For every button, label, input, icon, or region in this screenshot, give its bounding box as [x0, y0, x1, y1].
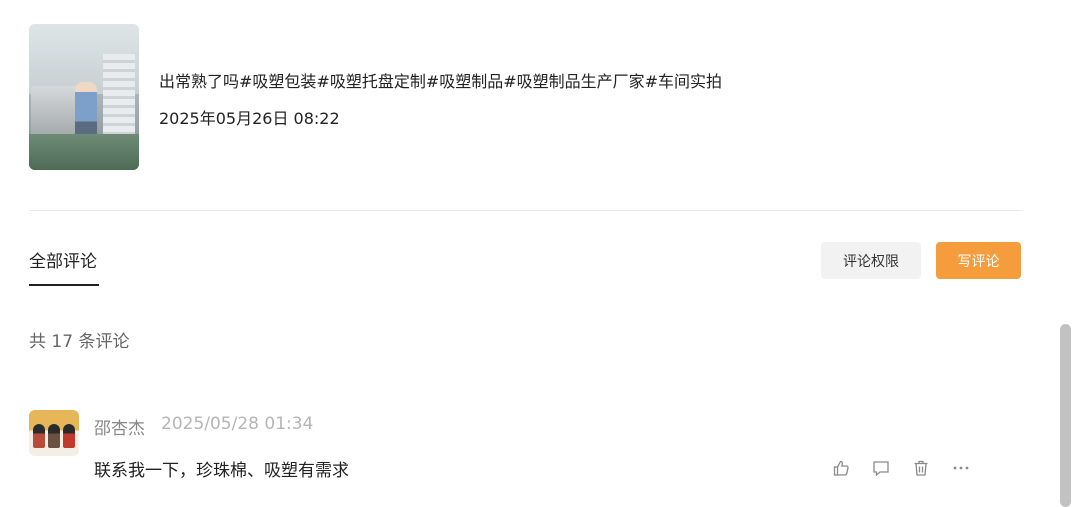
comment-username[interactable]: 邵杏杰 [94, 414, 145, 439]
video-title[interactable]: 出常熟了吗#吸塑包装#吸塑托盘定制#吸塑制品#吸塑制品生产厂家#车间实拍 [159, 68, 722, 92]
avatar-figure [63, 424, 75, 448]
comment-time: 2025/05/28 01:34 [161, 414, 314, 434]
tab-all-comments[interactable]: 全部评论 [29, 247, 97, 272]
thumbnail-floor [29, 134, 139, 170]
avatar-figure [48, 424, 60, 448]
comment-page: 出常熟了吗#吸塑包装#吸塑托盘定制#吸塑制品#吸塑制品生产厂家#车间实拍 202… [0, 0, 1084, 507]
more-icon[interactable] [952, 459, 970, 477]
comment-count: 共 17 条评论 [29, 332, 130, 352]
like-icon[interactable] [832, 459, 850, 477]
tab-active-indicator [29, 284, 99, 286]
comment-permission-button[interactable]: 评论权限 [821, 242, 921, 279]
delete-icon[interactable] [912, 459, 930, 477]
write-comment-button[interactable]: 写评论 [936, 242, 1021, 279]
video-publish-time: 2025年05月26日 08:22 [159, 109, 340, 128]
avatar[interactable] [29, 410, 79, 456]
avatar-figure [33, 424, 45, 448]
comment-text: 联系我一下，珍珠棉、吸塑有需求 [94, 461, 349, 481]
divider [29, 210, 1022, 211]
video-thumbnail[interactable] [29, 24, 139, 170]
scrollbar-thumb[interactable] [1060, 324, 1071, 507]
reply-icon[interactable] [872, 459, 890, 477]
